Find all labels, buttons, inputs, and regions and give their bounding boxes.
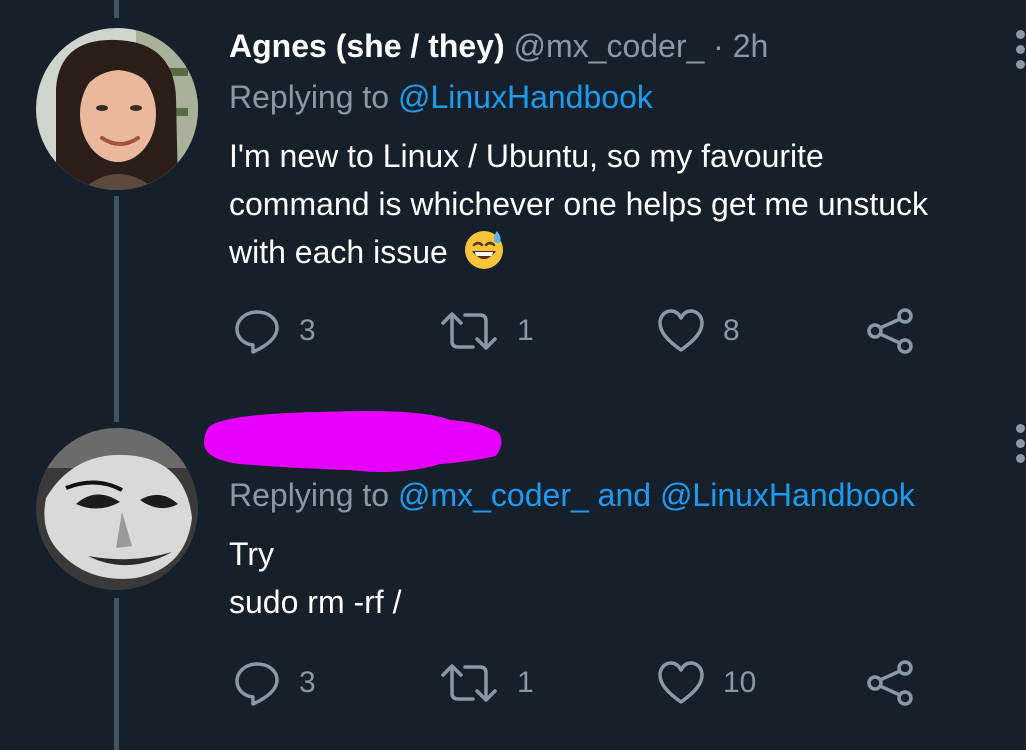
- reply-icon: [235, 662, 279, 706]
- retweet-button[interactable]: 1: [439, 658, 534, 708]
- sweat-smile-emoji-icon: [463, 229, 505, 284]
- replying-prefix: Replying to: [229, 79, 390, 115]
- tweet-actions: 3 1 10: [229, 658, 949, 708]
- more-options-icon[interactable]: [1016, 424, 1026, 463]
- share-icon: [867, 308, 913, 354]
- retweet-icon: [441, 312, 497, 350]
- thread-line-bottom: [114, 598, 119, 750]
- tweet-actions: 3 1 8: [229, 306, 949, 356]
- replying-to: Replying to @LinuxHandbook: [229, 77, 653, 117]
- replying-users[interactable]: @mx_coder_ and @LinuxHandbook: [398, 477, 915, 513]
- like-icon: [658, 661, 704, 704]
- like-count: 8: [723, 314, 740, 347]
- reply-button[interactable]: 3: [233, 306, 316, 356]
- tweet-body: I'm new to Linux / Ubuntu, so my favouri…: [229, 132, 928, 284]
- thread-line-top: [114, 0, 119, 18]
- tweet-line: Try: [229, 536, 275, 572]
- tweet-line: command is whichever one helps get me un…: [229, 186, 929, 222]
- retweet-count: 1: [517, 314, 534, 347]
- replying-users[interactable]: @LinuxHandbook: [398, 79, 653, 115]
- share-icon: [867, 660, 913, 706]
- like-icon: [658, 309, 704, 352]
- more-options-icon[interactable]: [1016, 30, 1026, 69]
- tweet-time[interactable]: 2h: [733, 28, 769, 64]
- tweet-line: with each issue: [229, 234, 448, 270]
- retweet-icon: [441, 664, 497, 702]
- redacted-author-name: [200, 406, 505, 481]
- tweet-body: Try sudo rm -rf /: [229, 530, 401, 626]
- avatar-masked-user[interactable]: [36, 428, 198, 590]
- author-handle[interactable]: @mx_coder_: [514, 28, 705, 64]
- author-name[interactable]: Agnes (she / they): [229, 28, 505, 64]
- like-button[interactable]: 8: [657, 306, 740, 356]
- share-button[interactable]: [865, 306, 915, 356]
- share-button[interactable]: [865, 658, 915, 708]
- tweet-line: I'm new to Linux / Ubuntu, so my favouri…: [229, 138, 824, 174]
- reply-count: 3: [299, 666, 316, 699]
- thread-line-middle: [114, 196, 119, 422]
- avatar-agnes[interactable]: [36, 28, 198, 190]
- reply-count: 3: [299, 314, 316, 347]
- replying-to: Replying to @mx_coder_ and @LinuxHandboo…: [229, 475, 915, 515]
- tweet-header: Agnes (she / they) @mx_coder_ · 2h: [229, 26, 768, 66]
- reply-button[interactable]: 3: [233, 658, 316, 708]
- like-button[interactable]: 10: [657, 658, 756, 708]
- time-separator: ·: [713, 28, 724, 64]
- like-count: 10: [723, 666, 757, 699]
- retweet-button[interactable]: 1: [439, 306, 534, 356]
- replying-prefix: Replying to: [229, 477, 390, 513]
- reply-icon: [235, 310, 279, 354]
- retweet-count: 1: [517, 666, 534, 699]
- tweet-line: sudo rm -rf /: [229, 584, 402, 620]
- tweet-line-last: with each issue: [229, 228, 928, 284]
